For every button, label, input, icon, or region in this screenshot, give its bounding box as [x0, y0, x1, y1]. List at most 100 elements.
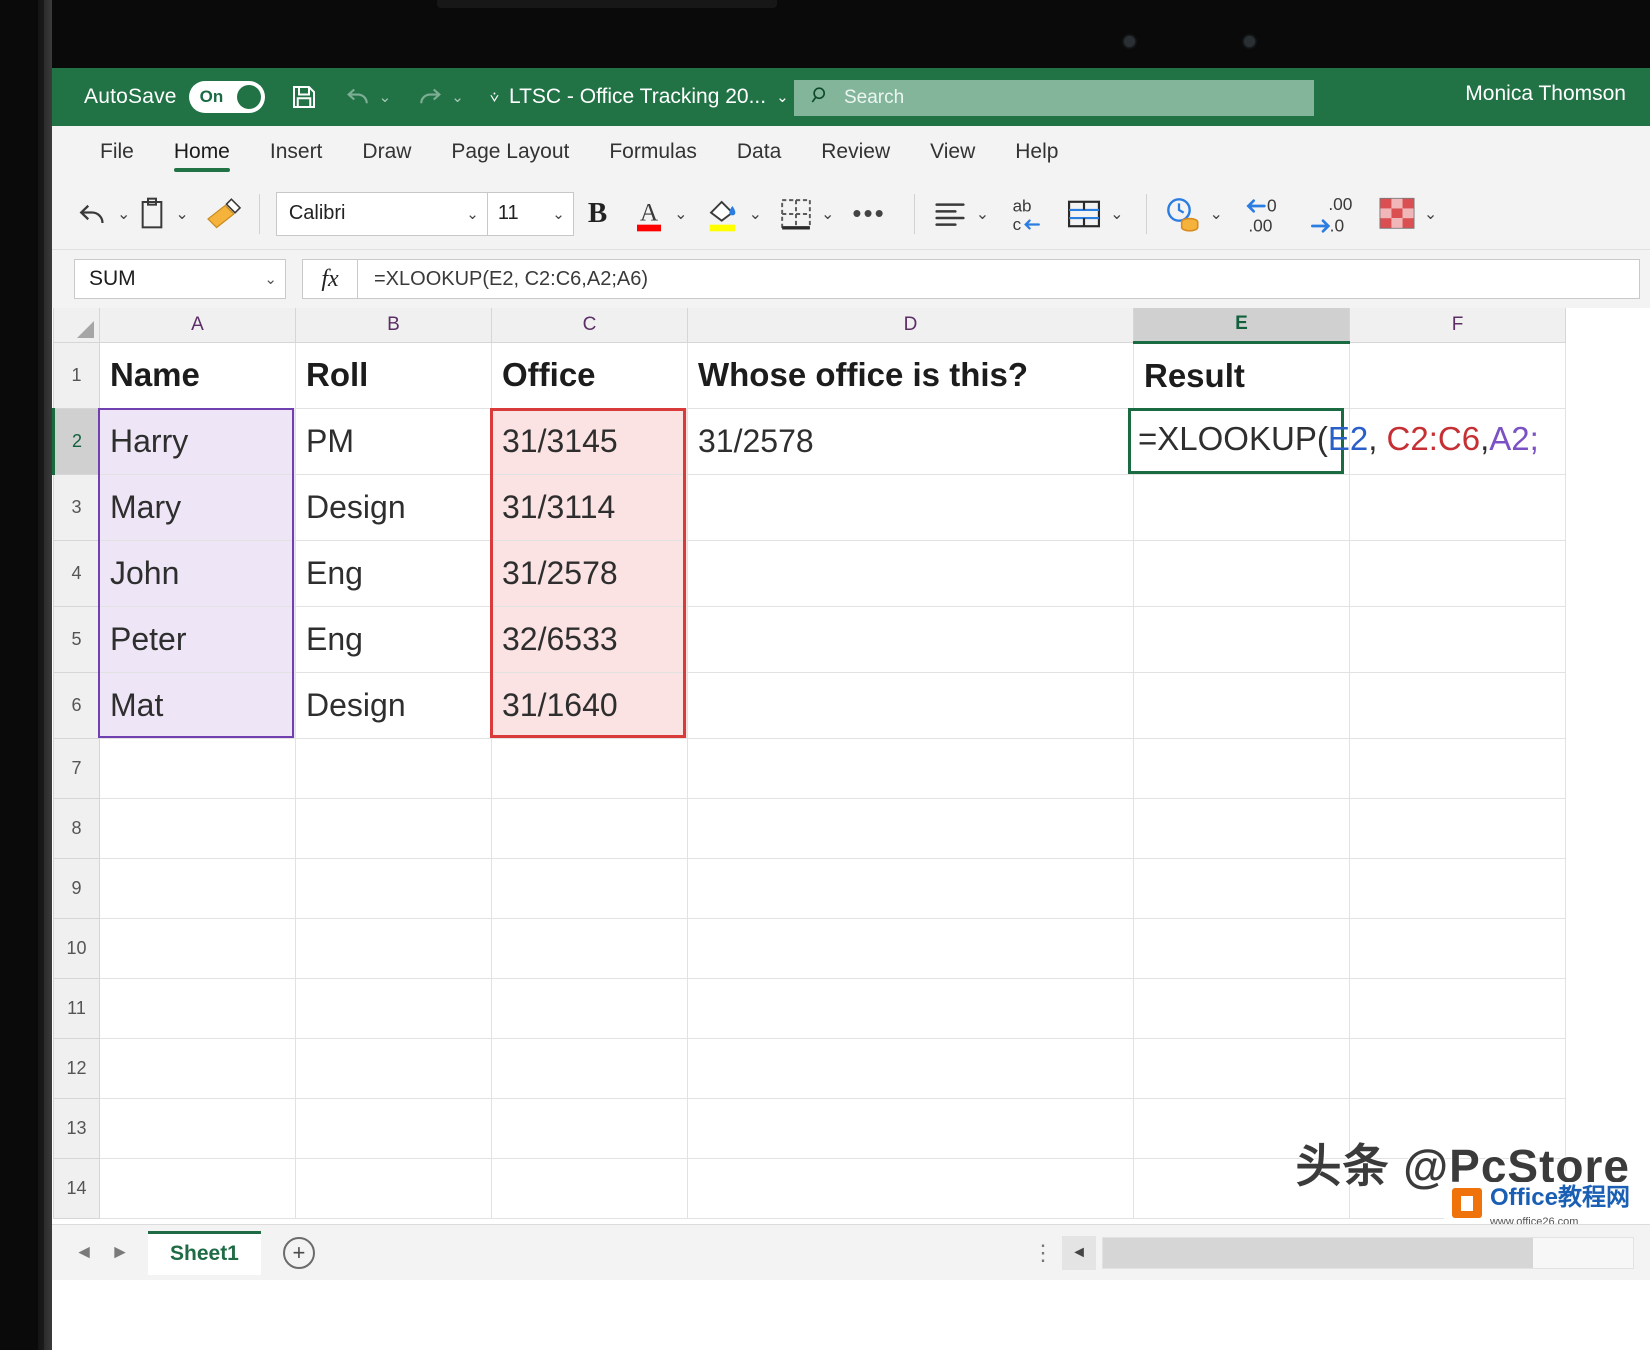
add-sheet-icon[interactable]: +	[282, 1236, 315, 1269]
cell-f6[interactable]	[1349, 671, 1566, 739]
increase-decimal-icon[interactable]: .00 .0	[1307, 192, 1355, 236]
cell-b5[interactable]: Eng	[295, 605, 492, 673]
cell-a9[interactable]	[99, 857, 296, 919]
cell-c8[interactable]	[491, 797, 688, 859]
cell-e6[interactable]	[1133, 671, 1350, 739]
row-header-9[interactable]: 9	[53, 857, 100, 919]
cell-f9[interactable]	[1349, 857, 1566, 919]
cell-c1[interactable]: Office	[491, 341, 688, 409]
merge-cells-icon[interactable]	[1065, 197, 1103, 231]
tab-formulas[interactable]: Formulas	[589, 126, 717, 178]
cell-d1[interactable]: Whose office is this?	[687, 341, 1134, 409]
cell-c13[interactable]	[491, 1097, 688, 1159]
paste-clipboard-icon[interactable]	[136, 196, 168, 232]
cell-b14[interactable]	[295, 1157, 492, 1219]
more-options-icon[interactable]: •••	[852, 198, 885, 229]
cell-a1[interactable]: Name	[99, 341, 296, 409]
autosave-toggle[interactable]: On	[188, 81, 265, 113]
borders-icon[interactable]	[778, 196, 814, 232]
cell-d6[interactable]	[687, 671, 1134, 739]
cell-c5[interactable]: 32/6533	[491, 605, 688, 673]
undo-dropdown-caret-icon[interactable]: ⌄	[379, 88, 392, 106]
cell-e4[interactable]	[1133, 539, 1350, 607]
cell-f1[interactable]	[1349, 341, 1566, 409]
tab-data[interactable]: Data	[717, 126, 801, 178]
cell-e7[interactable]	[1133, 737, 1350, 799]
row-header-10[interactable]: 10	[53, 917, 100, 979]
cell-f3[interactable]	[1349, 473, 1566, 541]
search-input[interactable]: Search	[794, 80, 1314, 116]
formula-input[interactable]: =XLOOKUP(E2, C2:C6,A2;A6)	[358, 259, 1640, 299]
cell-b1[interactable]: Roll	[295, 341, 492, 409]
cell-a5[interactable]: Peter	[99, 605, 296, 673]
cell-c6[interactable]: 31/1640	[491, 671, 688, 739]
cell-d3[interactable]	[687, 473, 1134, 541]
tab-draw[interactable]: Draw	[342, 126, 431, 178]
bold-button[interactable]: B	[588, 197, 607, 230]
tab-home[interactable]: Home	[154, 126, 250, 178]
decrease-decimal-icon[interactable]: 0 .00	[1243, 192, 1291, 236]
name-box[interactable]: SUM ⌄	[74, 259, 286, 299]
document-title-dropdown-icon[interactable]: ⌄	[776, 88, 789, 106]
cell-d7[interactable]	[687, 737, 1134, 799]
column-header-d[interactable]: D	[687, 308, 1134, 343]
format-painter-icon[interactable]	[205, 197, 243, 230]
cell-f11[interactable]	[1349, 977, 1566, 1039]
cell-b6[interactable]: Design	[295, 671, 492, 739]
cell-d11[interactable]	[687, 977, 1134, 1039]
scroll-left-icon[interactable]: ◄	[1062, 1235, 1096, 1270]
user-name[interactable]: Monica Thomson	[1465, 82, 1626, 106]
cell-b7[interactable]	[295, 737, 492, 799]
cell-styles-icon[interactable]	[1377, 196, 1417, 232]
sheet-tab-sheet1[interactable]: Sheet1	[148, 1230, 261, 1275]
column-header-b[interactable]: B	[295, 308, 492, 343]
fill-color-caret-icon[interactable]: ⌄	[749, 204, 762, 224]
redo-icon[interactable]	[415, 82, 445, 112]
cell-c7[interactable]	[491, 737, 688, 799]
cell-a7[interactable]	[99, 737, 296, 799]
tab-file[interactable]: File	[80, 126, 154, 178]
row-header-13[interactable]: 13	[53, 1097, 100, 1159]
cell-c11[interactable]	[491, 977, 688, 1039]
font-color-caret-icon[interactable]: ⌄	[674, 204, 687, 224]
column-header-e[interactable]: E	[1133, 308, 1350, 344]
paste-dropdown-caret-icon[interactable]: ⌄	[175, 204, 188, 224]
row-header-5[interactable]: 5	[53, 605, 100, 673]
number-format-accounting-icon[interactable]	[1163, 195, 1203, 233]
wrap-text-icon[interactable]: ab c	[1007, 193, 1047, 235]
row-header-8[interactable]: 8	[53, 797, 100, 859]
name-box-caret-icon[interactable]: ⌄	[264, 270, 277, 288]
cell-b11[interactable]	[295, 977, 492, 1039]
cell-c14[interactable]	[491, 1157, 688, 1219]
cell-b8[interactable]	[295, 797, 492, 859]
cell-a6[interactable]: Mat	[99, 671, 296, 739]
cell-c4[interactable]: 31/2578	[491, 539, 688, 607]
cell-f4[interactable]	[1349, 539, 1566, 607]
cell-d14[interactable]	[687, 1157, 1134, 1219]
undo-icon[interactable]	[74, 196, 110, 232]
font-size-caret-icon[interactable]: ⌄	[552, 205, 565, 223]
cell-f7[interactable]	[1349, 737, 1566, 799]
cell-e5[interactable]	[1133, 605, 1350, 673]
tab-help[interactable]: Help	[995, 126, 1078, 178]
tab-review[interactable]: Review	[801, 126, 910, 178]
cell-c10[interactable]	[491, 917, 688, 979]
cell-a11[interactable]	[99, 977, 296, 1039]
row-header-1[interactable]: 1	[53, 341, 100, 409]
cell-a2[interactable]: Harry	[99, 407, 296, 475]
cell-d2[interactable]: 31/2578	[687, 407, 1134, 475]
cell-e1[interactable]: Result	[1133, 341, 1350, 409]
cell-b12[interactable]	[295, 1037, 492, 1099]
cell-a4[interactable]: John	[99, 539, 296, 607]
cell-c12[interactable]	[491, 1037, 688, 1099]
cell-d5[interactable]	[687, 605, 1134, 673]
row-header-4[interactable]: 4	[53, 539, 100, 607]
merge-caret-icon[interactable]: ⌄	[1110, 204, 1123, 224]
more-vertical-icon[interactable]: ⋮	[1032, 1240, 1054, 1266]
font-name-select[interactable]: Calibri ⌄	[275, 191, 488, 236]
cell-d10[interactable]	[687, 917, 1134, 979]
cell-e9[interactable]	[1133, 857, 1350, 919]
cell-e3[interactable]	[1133, 473, 1350, 541]
cell-d12[interactable]	[687, 1037, 1134, 1099]
cell-a14[interactable]	[99, 1157, 296, 1219]
